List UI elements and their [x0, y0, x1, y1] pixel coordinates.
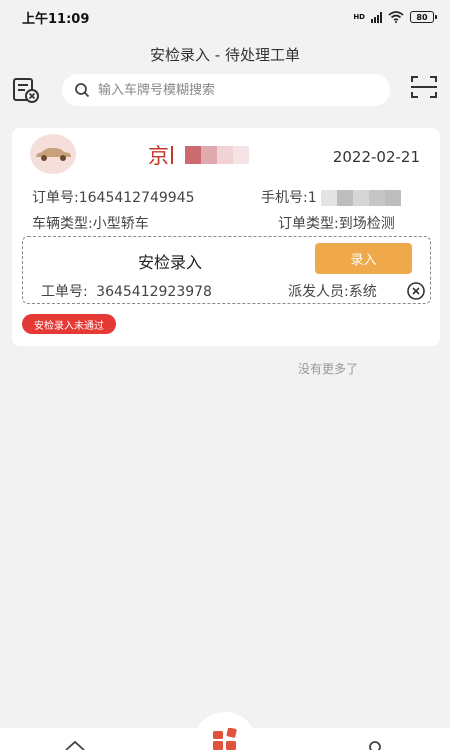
phone-redacted: [321, 190, 402, 206]
order-type-value: 到场检测: [338, 216, 395, 232]
battery-icon: 80: [410, 11, 437, 23]
vehicle-type-label: 车辆类型:: [32, 216, 93, 232]
status-icons: HD 80: [353, 11, 437, 23]
work-order-number: 工单号: 3645412923978: [41, 281, 212, 301]
search-input[interactable]: [98, 82, 368, 98]
grid-icon[interactable]: [212, 728, 238, 750]
car-avatar: [30, 134, 76, 174]
document-x-icon[interactable]: [12, 76, 40, 104]
search-bar[interactable]: [62, 74, 390, 106]
close-circle-icon[interactable]: [407, 282, 425, 300]
phone-number: 手机号:1: [261, 187, 402, 207]
task-box: 安检录入 录入 工单号: 3645412923978 派发人员:系统: [22, 236, 431, 304]
plate-redacted: [185, 146, 249, 164]
order-number: 订单号:1645412749945: [32, 187, 195, 207]
phone-visible: 1: [307, 190, 317, 206]
work-order-label: 工单号:: [41, 284, 88, 300]
task-title: 安检录入: [138, 253, 203, 272]
network-label: HD: [353, 13, 365, 21]
vehicle-type: 车辆类型:小型轿车: [32, 213, 149, 233]
entry-button[interactable]: 录入: [315, 243, 412, 274]
order-number-label: 订单号:: [32, 190, 79, 206]
dispatcher: 派发人员:系统: [288, 281, 377, 301]
home-icon[interactable]: [64, 738, 86, 750]
dispatcher-label: 派发人员:: [288, 284, 349, 300]
order-card[interactable]: 京 2022-02-21 订单号:1645412749945 手机号:1 车辆类…: [12, 128, 440, 346]
page-title: 安检录入 - 待处理工单: [150, 46, 300, 64]
phone-label: 手机号:: [261, 190, 308, 206]
battery-level: 80: [416, 12, 428, 22]
wifi-icon: [388, 11, 404, 23]
work-order-value: 3645412923978: [96, 284, 212, 300]
vehicle-type-value: 小型轿车: [92, 216, 149, 232]
order-type-label: 订单类型:: [278, 216, 339, 232]
dispatcher-value: 系统: [348, 284, 377, 300]
plate-number: 京: [148, 140, 249, 170]
order-number-value: 1645412749945: [78, 190, 195, 206]
list-end-text: 没有更多了: [298, 362, 359, 376]
status-time: 上午11:09: [22, 11, 90, 27]
scan-icon[interactable]: [410, 74, 438, 100]
signal-icon: [371, 11, 382, 23]
plate-prefix: 京: [148, 144, 169, 168]
search-icon: [75, 83, 90, 98]
order-date: 2022-02-21: [332, 148, 420, 166]
status-bar: 上午11:09 HD 80: [0, 0, 450, 34]
order-type: 订单类型:到场检测: [278, 213, 395, 233]
user-icon[interactable]: [364, 738, 386, 750]
car-icon: [36, 147, 71, 161]
status-badge: 安检录入未通过: [22, 314, 116, 334]
